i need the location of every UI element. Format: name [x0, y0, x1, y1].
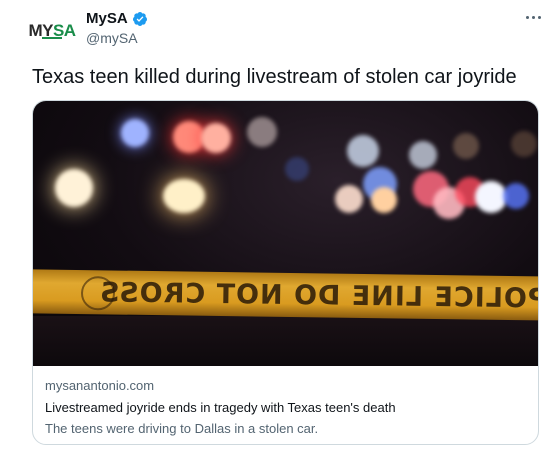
- author-display-name[interactable]: MySA: [86, 10, 128, 27]
- bokeh-light: [453, 133, 479, 159]
- bokeh-light: [121, 119, 149, 147]
- card-title: Livestreamed joyride ends in tragedy wit…: [45, 400, 396, 415]
- bokeh-light: [55, 169, 93, 207]
- bokeh-light: [371, 187, 397, 213]
- tape-text: POLICE LINE DO NOT CROSS: [98, 276, 539, 315]
- card-meta[interactable]: mysanantonio.com Livestreamed joyride en…: [45, 377, 526, 439]
- tweet-text: Texas teen killed during livestream of s…: [32, 66, 517, 88]
- card-domain: mysanantonio.com: [45, 378, 155, 393]
- card-description: The teens were driving to Dallas in a st…: [45, 421, 319, 436]
- mysa-logo: MYSA: [28, 20, 76, 40]
- bokeh-light: [285, 157, 309, 181]
- verified-badge-icon: [132, 11, 147, 26]
- tweet[interactable]: MYSA MySA @mySA Texas teen killed during…: [0, 0, 560, 455]
- bokeh-light: [503, 183, 529, 209]
- bokeh-light: [163, 179, 205, 213]
- avatar[interactable]: MYSA: [28, 8, 76, 52]
- link-card[interactable]: POLICE LINE DO NOT CROSS mysanantonio.co…: [32, 100, 539, 445]
- author-handle[interactable]: @mySA: [86, 30, 138, 46]
- card-image[interactable]: POLICE LINE DO NOT CROSS: [33, 101, 539, 366]
- bokeh-light: [511, 131, 537, 157]
- bokeh-light: [335, 185, 363, 213]
- police-tape: POLICE LINE DO NOT CROSS: [33, 269, 539, 321]
- logo-underline: [42, 37, 62, 39]
- author-name-row: MySA: [86, 10, 148, 27]
- bokeh-light: [347, 135, 379, 167]
- bokeh-light: [409, 141, 437, 169]
- more-horizontal-icon[interactable]: [520, 6, 546, 28]
- bokeh-light: [247, 117, 277, 147]
- image-ground: [33, 316, 538, 366]
- bokeh-light: [201, 123, 231, 153]
